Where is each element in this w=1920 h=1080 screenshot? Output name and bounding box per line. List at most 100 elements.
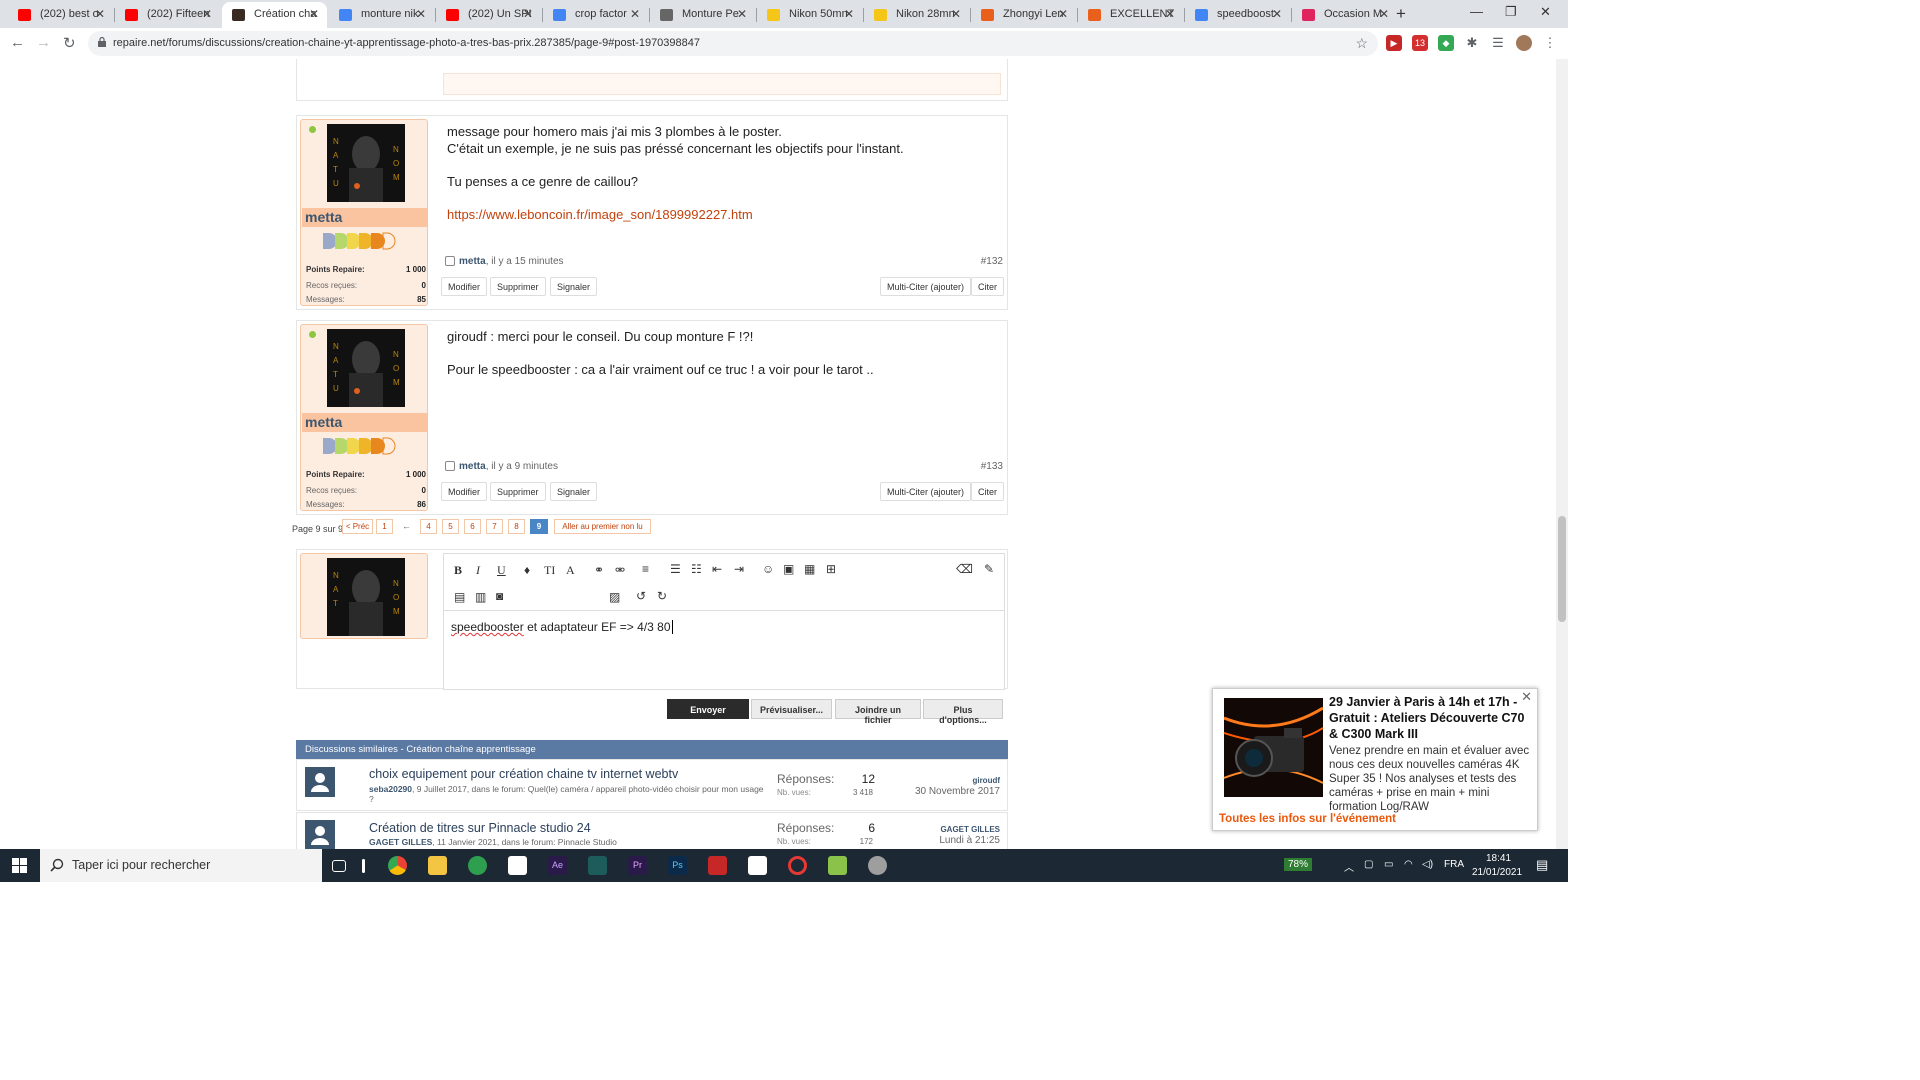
post-author[interactable]: metta [459,461,486,472]
menu-icon[interactable]: ⋮ [1542,35,1558,51]
browser-tab[interactable]: (202) best o ✕ [8,2,113,28]
clock-date[interactable]: 21/01/2021 [1472,867,1522,878]
multiquote-button[interactable]: Multi-Citer (ajouter) [880,482,972,501]
select-checkbox[interactable] [445,256,455,267]
delete-button[interactable]: Supprimer [490,482,546,501]
minimize-icon[interactable]: — [1470,4,1483,19]
tray-icon[interactable]: ▢ [1364,859,1373,870]
close-icon[interactable]: ✕ [1521,689,1532,705]
close-tab-icon[interactable]: ✕ [416,7,426,21]
italic-icon[interactable]: I [476,563,480,578]
avatar[interactable]: NATUNOM [327,124,405,202]
similar-thread-row[interactable]: choix equipement pour création chaine tv… [296,759,1008,811]
browser-tab[interactable]: monture nik ✕ [329,2,434,28]
page-ellipsis[interactable]: ← [402,521,411,531]
popup-title[interactable]: 29 Janvier à Paris à 14h et 17h - Gratui… [1329,694,1529,742]
after-effects-icon[interactable]: Ae [548,856,567,875]
thread-title[interactable]: choix equipement pour création chaine tv… [369,767,678,781]
avatar[interactable] [305,820,335,849]
app-icon[interactable] [588,856,607,875]
camera-icon[interactable]: ◙ [496,589,503,603]
outdent-icon[interactable]: ⇤ [712,562,722,576]
media-icon[interactable]: ▦ [804,562,815,576]
eraser-icon[interactable]: ⌫ [956,562,973,576]
page-link[interactable]: 5 [442,519,459,534]
browser-tab[interactable]: speedboost ✕ [1185,2,1290,28]
close-window-icon[interactable]: ✕ [1540,4,1551,20]
delete-button[interactable]: Supprimer [490,277,546,296]
browser-tab[interactable]: Occasion M ✕ [1292,2,1397,28]
post-author[interactable]: metta [459,256,486,267]
photoshop-icon[interactable]: Ps [668,856,687,875]
maximize-icon[interactable]: ❐ [1505,4,1517,20]
close-tab-icon[interactable]: ✕ [1272,7,1282,21]
scrollbar-thumb[interactable] [1558,516,1566,622]
address-bar[interactable]: repaire.net/forums/discussions/creation-… [88,31,1378,56]
browser-tab[interactable]: Zhongyi Len ✕ [971,2,1076,28]
username[interactable]: metta [302,413,428,432]
undo-icon[interactable]: ↺ [636,589,646,603]
app-icon[interactable] [828,856,847,875]
avatar[interactable]: NATUNOM [327,329,405,407]
thread-title[interactable]: Création de titres sur Pinnacle studio 2… [369,821,591,835]
report-button[interactable]: Signaler [550,277,598,296]
profile-avatar[interactable] [1516,35,1532,51]
edit-button[interactable]: Modifier [441,482,488,501]
wrench-icon[interactable]: ✎ [984,562,994,576]
smiley-icon[interactable]: ☺ [762,562,774,576]
font-family-icon[interactable]: A [566,563,575,578]
username[interactable]: metta [302,208,428,227]
editor-textarea[interactable]: speedbooster et adaptateur EF => 4/3 80 [451,620,673,634]
reading-list-icon[interactable]: ☰ [1490,35,1506,51]
power-icon[interactable]: ▭ [1384,859,1393,870]
redo-icon[interactable]: ↻ [657,589,667,603]
language-indicator[interactable]: FRA [1444,859,1464,870]
task-view-icon[interactable] [332,860,346,872]
file-explorer-icon[interactable] [428,856,447,875]
thread-author[interactable]: GAGET GILLES [369,837,432,847]
close-tab-icon[interactable]: ✕ [844,7,854,21]
similar-thread-row[interactable]: Création de titres sur Pinnacle studio 2… [296,812,1008,849]
bold-icon[interactable]: B [454,563,462,578]
page-link[interactable]: 7 [486,519,503,534]
drafts-list-icon[interactable]: ▥ [475,590,486,604]
puzzle-icon[interactable]: ✱ [1464,35,1480,51]
close-tab-icon[interactable]: ✕ [737,7,747,21]
attach-file-button[interactable]: Joindre un fichier [835,699,921,725]
taskbar-search[interactable]: Taper ici pour rechercher [40,849,322,882]
page-link[interactable]: 1 [376,519,393,534]
notifications-icon[interactable]: ▤ [1536,857,1548,873]
extension-badge-icon[interactable]: 13 [1412,35,1428,51]
close-tab-icon[interactable]: ✕ [951,7,961,21]
close-tab-icon[interactable]: ✕ [630,7,640,21]
save-icon[interactable]: ▨ [609,590,620,604]
close-tab-icon[interactable]: ✕ [1165,7,1175,21]
browser-tab[interactable]: Monture Pe ✕ [650,2,755,28]
close-tab-icon[interactable]: ✕ [202,7,212,21]
scrollbar[interactable] [1556,59,1568,849]
align-icon[interactable]: ≡ [642,562,649,576]
post-link[interactable]: https://www.leboncoin.fr/image_son/18999… [447,207,753,222]
popup-link[interactable]: Toutes les infos sur l'événement [1219,813,1396,825]
underline-icon[interactable]: U [497,563,506,578]
draft-icon[interactable]: ▤ [454,590,465,604]
post-number[interactable]: #132 [981,256,1003,267]
thread-author[interactable]: seba20290 [369,784,412,794]
close-tab-icon[interactable]: ✕ [1058,7,1068,21]
acrobat-icon[interactable] [708,856,727,875]
utorrent-icon[interactable] [468,856,487,875]
browser-tab[interactable]: crop factor ✕ [543,2,648,28]
multiquote-button[interactable]: Multi-Citer (ajouter) [880,277,972,296]
select-checkbox[interactable] [445,461,455,472]
quote-button[interactable]: Citer [971,277,1005,296]
premiere-icon[interactable]: Pr [628,856,647,875]
first-unread-button[interactable]: Aller au premier non lu [554,519,651,534]
browser-tab[interactable]: Nikon 28mn ✕ [864,2,969,28]
unlink-icon[interactable]: ⚮ [615,563,625,577]
close-tab-icon[interactable]: ✕ [309,7,319,21]
post-number[interactable]: #133 [981,461,1003,472]
report-button[interactable]: Signaler [550,482,598,501]
avatar[interactable] [305,767,335,797]
send-button[interactable]: Envoyer [667,699,749,719]
windows-start-icon[interactable] [12,858,27,873]
